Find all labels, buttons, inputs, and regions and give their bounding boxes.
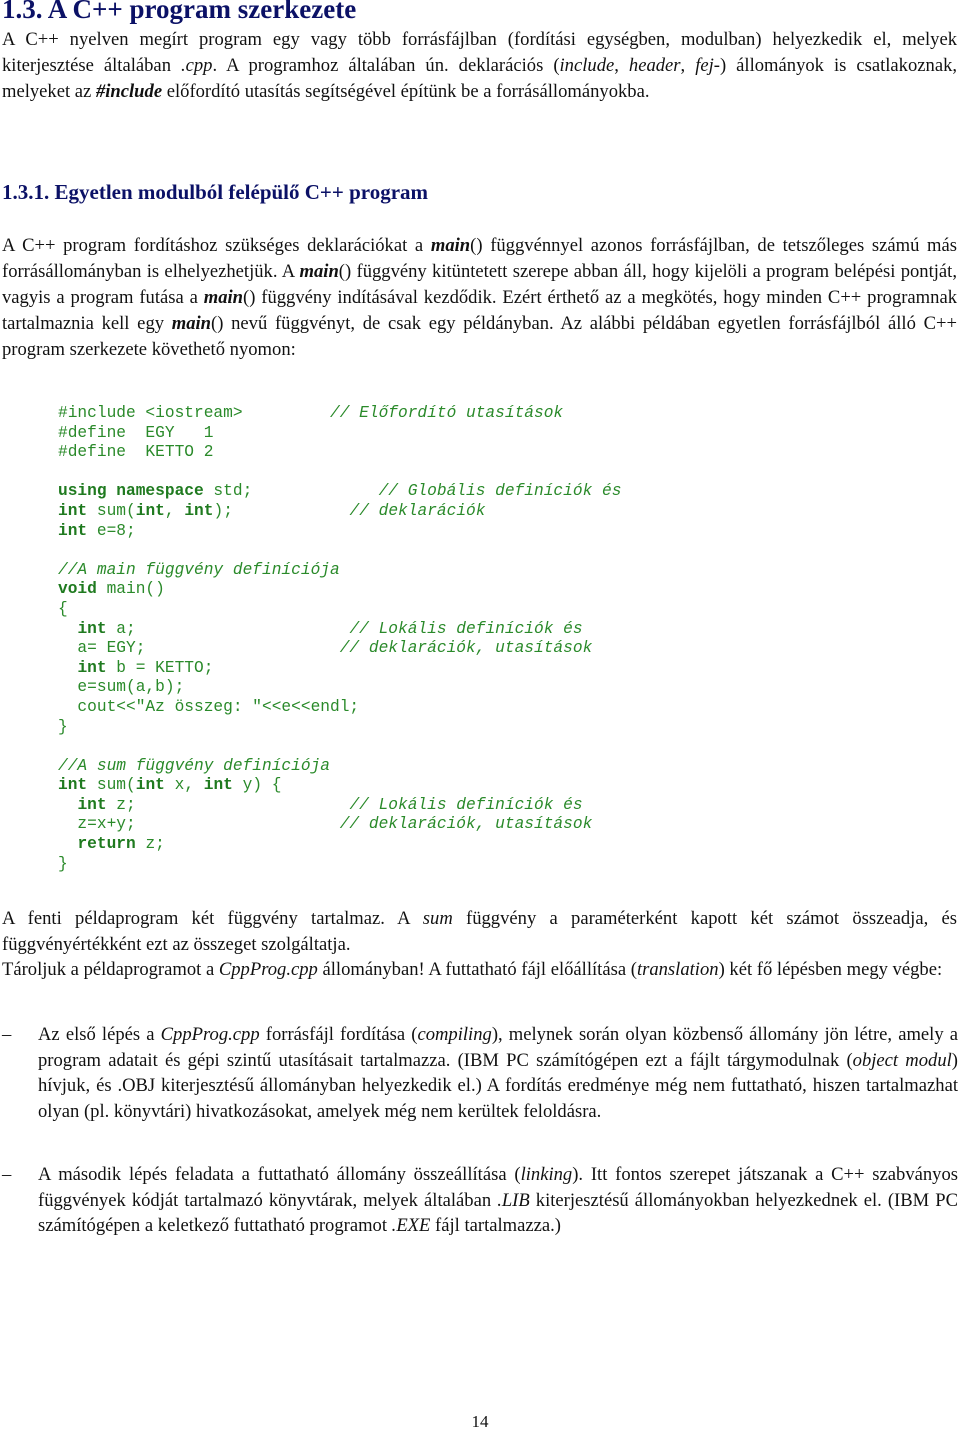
code-line: } <box>58 717 68 736</box>
code-line: using namespace std; // Globális definíc… <box>58 482 622 501</box>
code-line: return z; <box>77 835 165 854</box>
term-filename: CppProg.cpp <box>218 959 318 980</box>
dash-bullet-icon: – <box>2 1024 12 1045</box>
code-line: int e=8; <box>58 521 136 540</box>
term-main: main <box>203 287 244 308</box>
extension-cpp: .cpp <box>180 55 213 76</box>
code-line: } <box>58 854 68 873</box>
text: ) két fő lépésben megy végbe: <box>718 959 943 980</box>
code-listing: #include <iostream> // Előfordító utasít… <box>58 404 621 874</box>
term-main: main <box>430 235 471 256</box>
code-line: //A sum függvény definíciója <box>58 756 330 775</box>
code-line: #define EGY 1 <box>58 423 214 442</box>
intro-paragraph: A C++ nyelven megírt program egy vagy tö… <box>2 27 957 105</box>
code-line: z=x+y; // deklarációk, utasítások <box>58 815 593 834</box>
text: Tároljuk a példaprogramot a <box>2 959 219 980</box>
text: . A programhoz általában ún. deklarációs… <box>212 55 560 76</box>
code-line: e=sum(a,b); <box>58 678 185 697</box>
translation-paragraph: Tároljuk a példaprogramot a CppProg.cpp … <box>2 957 957 983</box>
code-line: void main() <box>58 580 165 599</box>
term-header: header <box>628 55 681 76</box>
list-item-text: Az első lépés a CppProg.cpp forrásfájl f… <box>38 1024 959 1122</box>
term-translation: translation <box>636 959 719 980</box>
term-hash-include: #include <box>95 81 163 102</box>
term-sum: sum <box>422 908 453 929</box>
code-line: int sum(int, int); // deklarációk <box>58 501 486 520</box>
code-line: //A main függvény definíciója <box>58 560 340 579</box>
sum-explanation-paragraph: A fenti példaprogram két függvény tartal… <box>2 906 957 958</box>
text: állományban! A futtatható fájl előállítá… <box>317 959 637 980</box>
list-item-text: A második lépés feladata a futtatható ál… <box>38 1164 958 1236</box>
section-heading: 1.3. A C++ program szerkezete <box>2 0 357 24</box>
code-line: { <box>58 599 68 618</box>
main-function-paragraph: A C++ program fordításhoz szükséges dekl… <box>2 233 957 363</box>
text: , <box>614 55 629 76</box>
code-line: int sum(int x, int y) { <box>58 776 282 795</box>
code-line: #include <iostream> // Előfordító utasít… <box>58 404 564 422</box>
term-main: main <box>171 313 212 334</box>
text: , <box>680 55 696 76</box>
text: A fenti példaprogram két függvény tartal… <box>2 908 423 929</box>
text: előfordító utasítás segítségével építünk… <box>162 81 650 102</box>
text: A C++ program fordításhoz szükséges dekl… <box>2 235 431 256</box>
code-line: int a; // Lokális definíciók és <box>77 619 583 638</box>
code-line: int b = KETTO; <box>77 658 214 677</box>
code-line: a= EGY; // deklarációk, utasítások <box>58 639 593 658</box>
dash-bullet-icon: – <box>2 1164 12 1185</box>
page-number: 14 <box>471 1412 489 1431</box>
subsection-heading: 1.3.1. Egyetlen modulból felépülő C++ pr… <box>2 180 429 204</box>
code-line: cout<<"Az összeg: "<<e<<endl; <box>58 697 360 716</box>
term-include: include <box>559 55 615 76</box>
term-main: main <box>299 261 339 282</box>
code-line: #define KETTO 2 <box>58 443 214 462</box>
code-line: int z; // Lokális definíciók és <box>77 795 583 814</box>
term-fej: fej- <box>695 55 720 76</box>
